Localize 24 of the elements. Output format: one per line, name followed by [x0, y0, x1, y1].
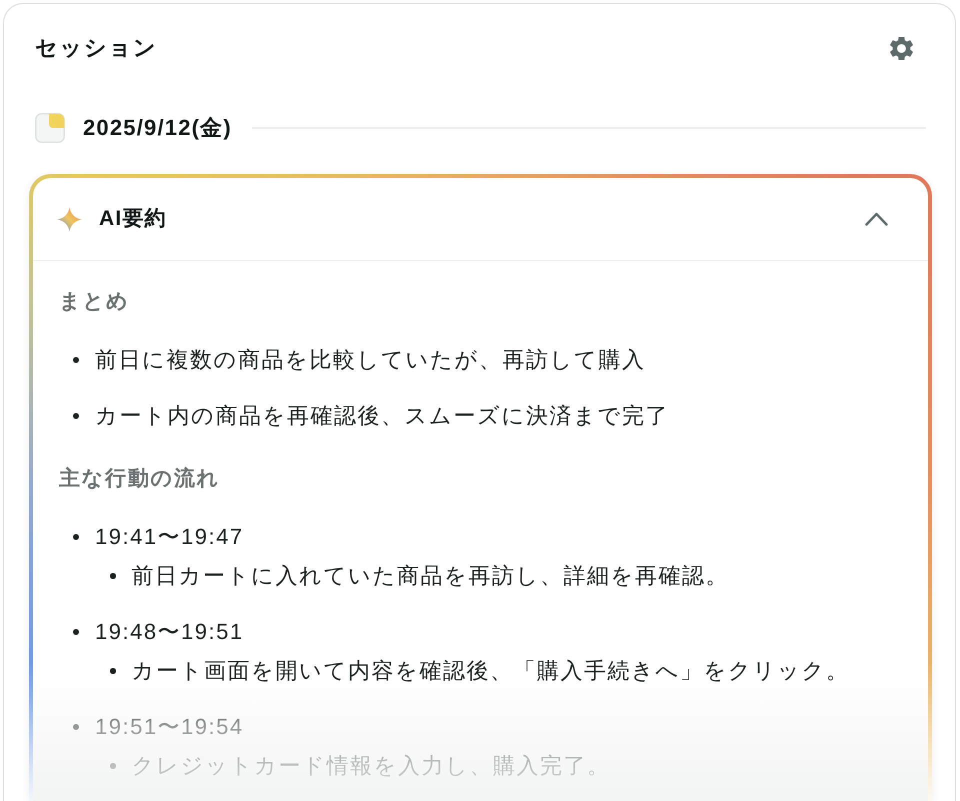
bullet-icon: [110, 668, 116, 674]
list-item-text: 19:41〜19:47: [95, 523, 244, 551]
bullet-icon: [73, 629, 79, 635]
bullet-icon: [110, 573, 116, 579]
list-item-text: 19:48〜19:51: [95, 618, 244, 646]
bullet-icon: [73, 413, 79, 419]
bullet-icon: [73, 724, 79, 730]
date-label: 2025/9/12(金): [83, 114, 232, 142]
list-item-text: 19:51〜19:54: [95, 713, 244, 741]
sparkle-icon: [57, 206, 82, 232]
bullet-icon: [73, 357, 79, 363]
list-item-text: 前日カートに入れていた商品を再訪し、詳細を再確認。: [132, 562, 729, 590]
chevron-up-icon[interactable]: [865, 212, 888, 226]
list-item-text: カート画面を開いて内容を確認後、「購入手続きへ」をクリック。: [132, 657, 850, 685]
settings-icon[interactable]: [890, 36, 913, 60]
section-heading: まとめ: [59, 289, 131, 315]
section-heading: 主な行動の流れ: [59, 466, 222, 492]
note-icon: [35, 113, 65, 143]
bullet-icon: [73, 534, 79, 540]
list-item-text: 前日に複数の商品を比較していたが、再訪して購入: [95, 346, 646, 374]
list-item-text: カート内の商品を再確認後、スムーズに決済まで完了: [95, 402, 669, 430]
card-title: AI要約: [99, 206, 167, 232]
bullet-icon: [110, 763, 116, 769]
panel-title: セッション: [35, 34, 158, 62]
